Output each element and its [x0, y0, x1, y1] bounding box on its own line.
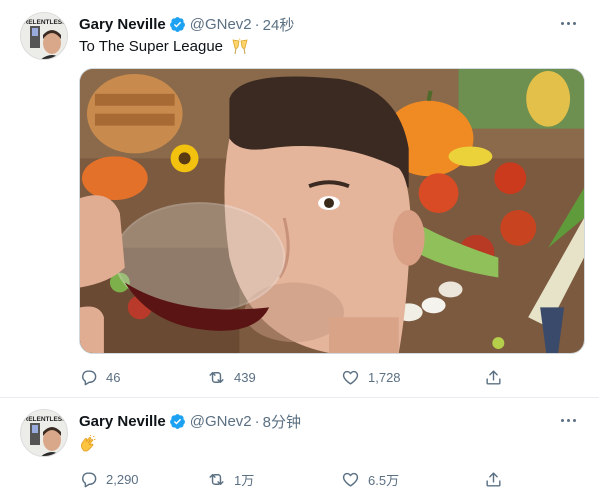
- tweet-text: [79, 435, 97, 453]
- share-button[interactable]: [484, 468, 511, 490]
- author-name[interactable]: Gary Neville: [79, 413, 166, 430]
- retweet-button[interactable]: 439: [207, 366, 256, 388]
- tweet-text-content: To The Super League: [79, 38, 224, 55]
- retweet-count: 1万: [234, 472, 255, 488]
- tweet-text: To The Super League: [79, 38, 249, 56]
- timestamp[interactable]: 8分钟: [263, 411, 301, 432]
- reply-count: 46: [106, 369, 121, 385]
- retweet-icon: [209, 371, 224, 383]
- tweet-actions: 2,290 1万 6.5万: [79, 468, 501, 490]
- reply-count: 2,290: [106, 471, 139, 487]
- avatar-image: RELENTLESS: [21, 13, 68, 59]
- author-handle[interactable]: @GNev2: [190, 16, 252, 33]
- like-count: 6.5万: [368, 472, 400, 488]
- timeline: RELENTLESS Gary Neville @GNev2 · 24秒 To …: [0, 0, 599, 494]
- tweet-header: Gary Neville @GNev2 · 24秒: [79, 14, 294, 34]
- author-handle[interactable]: @GNev2: [190, 413, 252, 430]
- like-button[interactable]: 1,728: [341, 366, 401, 388]
- author-name[interactable]: Gary Neville: [79, 16, 166, 33]
- heart-icon: [342, 472, 359, 487]
- verified-badge-icon: [169, 413, 185, 429]
- photo-image: [80, 69, 584, 353]
- avatar-logo-text: RELENTLESS: [24, 19, 68, 26]
- avatar[interactable]: RELENTLESS: [20, 409, 68, 457]
- reply-button[interactable]: 2,290: [79, 468, 139, 490]
- reply-icon: [82, 471, 97, 487]
- share-icon: [486, 369, 501, 385]
- retweet-button[interactable]: 1万: [207, 468, 254, 490]
- share-icon: [486, 471, 501, 487]
- avatar[interactable]: RELENTLESS: [20, 12, 68, 60]
- share-button[interactable]: [484, 366, 511, 388]
- more-options-icon[interactable]: [555, 409, 581, 431]
- like-count: 1,728: [368, 369, 401, 385]
- clinking-glasses-icon: [232, 38, 248, 55]
- retweet-count: 439: [234, 369, 256, 385]
- avatar-logo-text: RELENTLESS: [24, 416, 68, 423]
- separator-dot: ·: [254, 412, 260, 430]
- tweet-photo[interactable]: [79, 68, 585, 354]
- separator-dot: ·: [254, 15, 260, 33]
- tweet-actions: 46 439 1,728: [79, 366, 501, 388]
- clapping-hands-icon: [80, 435, 96, 452]
- more-options-icon[interactable]: [555, 12, 581, 34]
- heart-icon: [342, 370, 359, 385]
- tweet[interactable]: RELENTLESS Gary Neville @GNev2 · 8分钟 2,2…: [0, 397, 599, 494]
- tweet-header: Gary Neville @GNev2 · 8分钟: [79, 411, 301, 431]
- retweet-icon: [209, 473, 224, 485]
- avatar-image: RELENTLESS: [21, 410, 68, 456]
- verified-badge-icon: [169, 16, 185, 32]
- timestamp[interactable]: 24秒: [263, 14, 295, 35]
- reply-button[interactable]: 46: [79, 366, 120, 388]
- reply-icon: [82, 369, 97, 385]
- tweet[interactable]: RELENTLESS Gary Neville @GNev2 · 24秒 To …: [0, 0, 599, 397]
- like-button[interactable]: 6.5万: [341, 468, 399, 490]
